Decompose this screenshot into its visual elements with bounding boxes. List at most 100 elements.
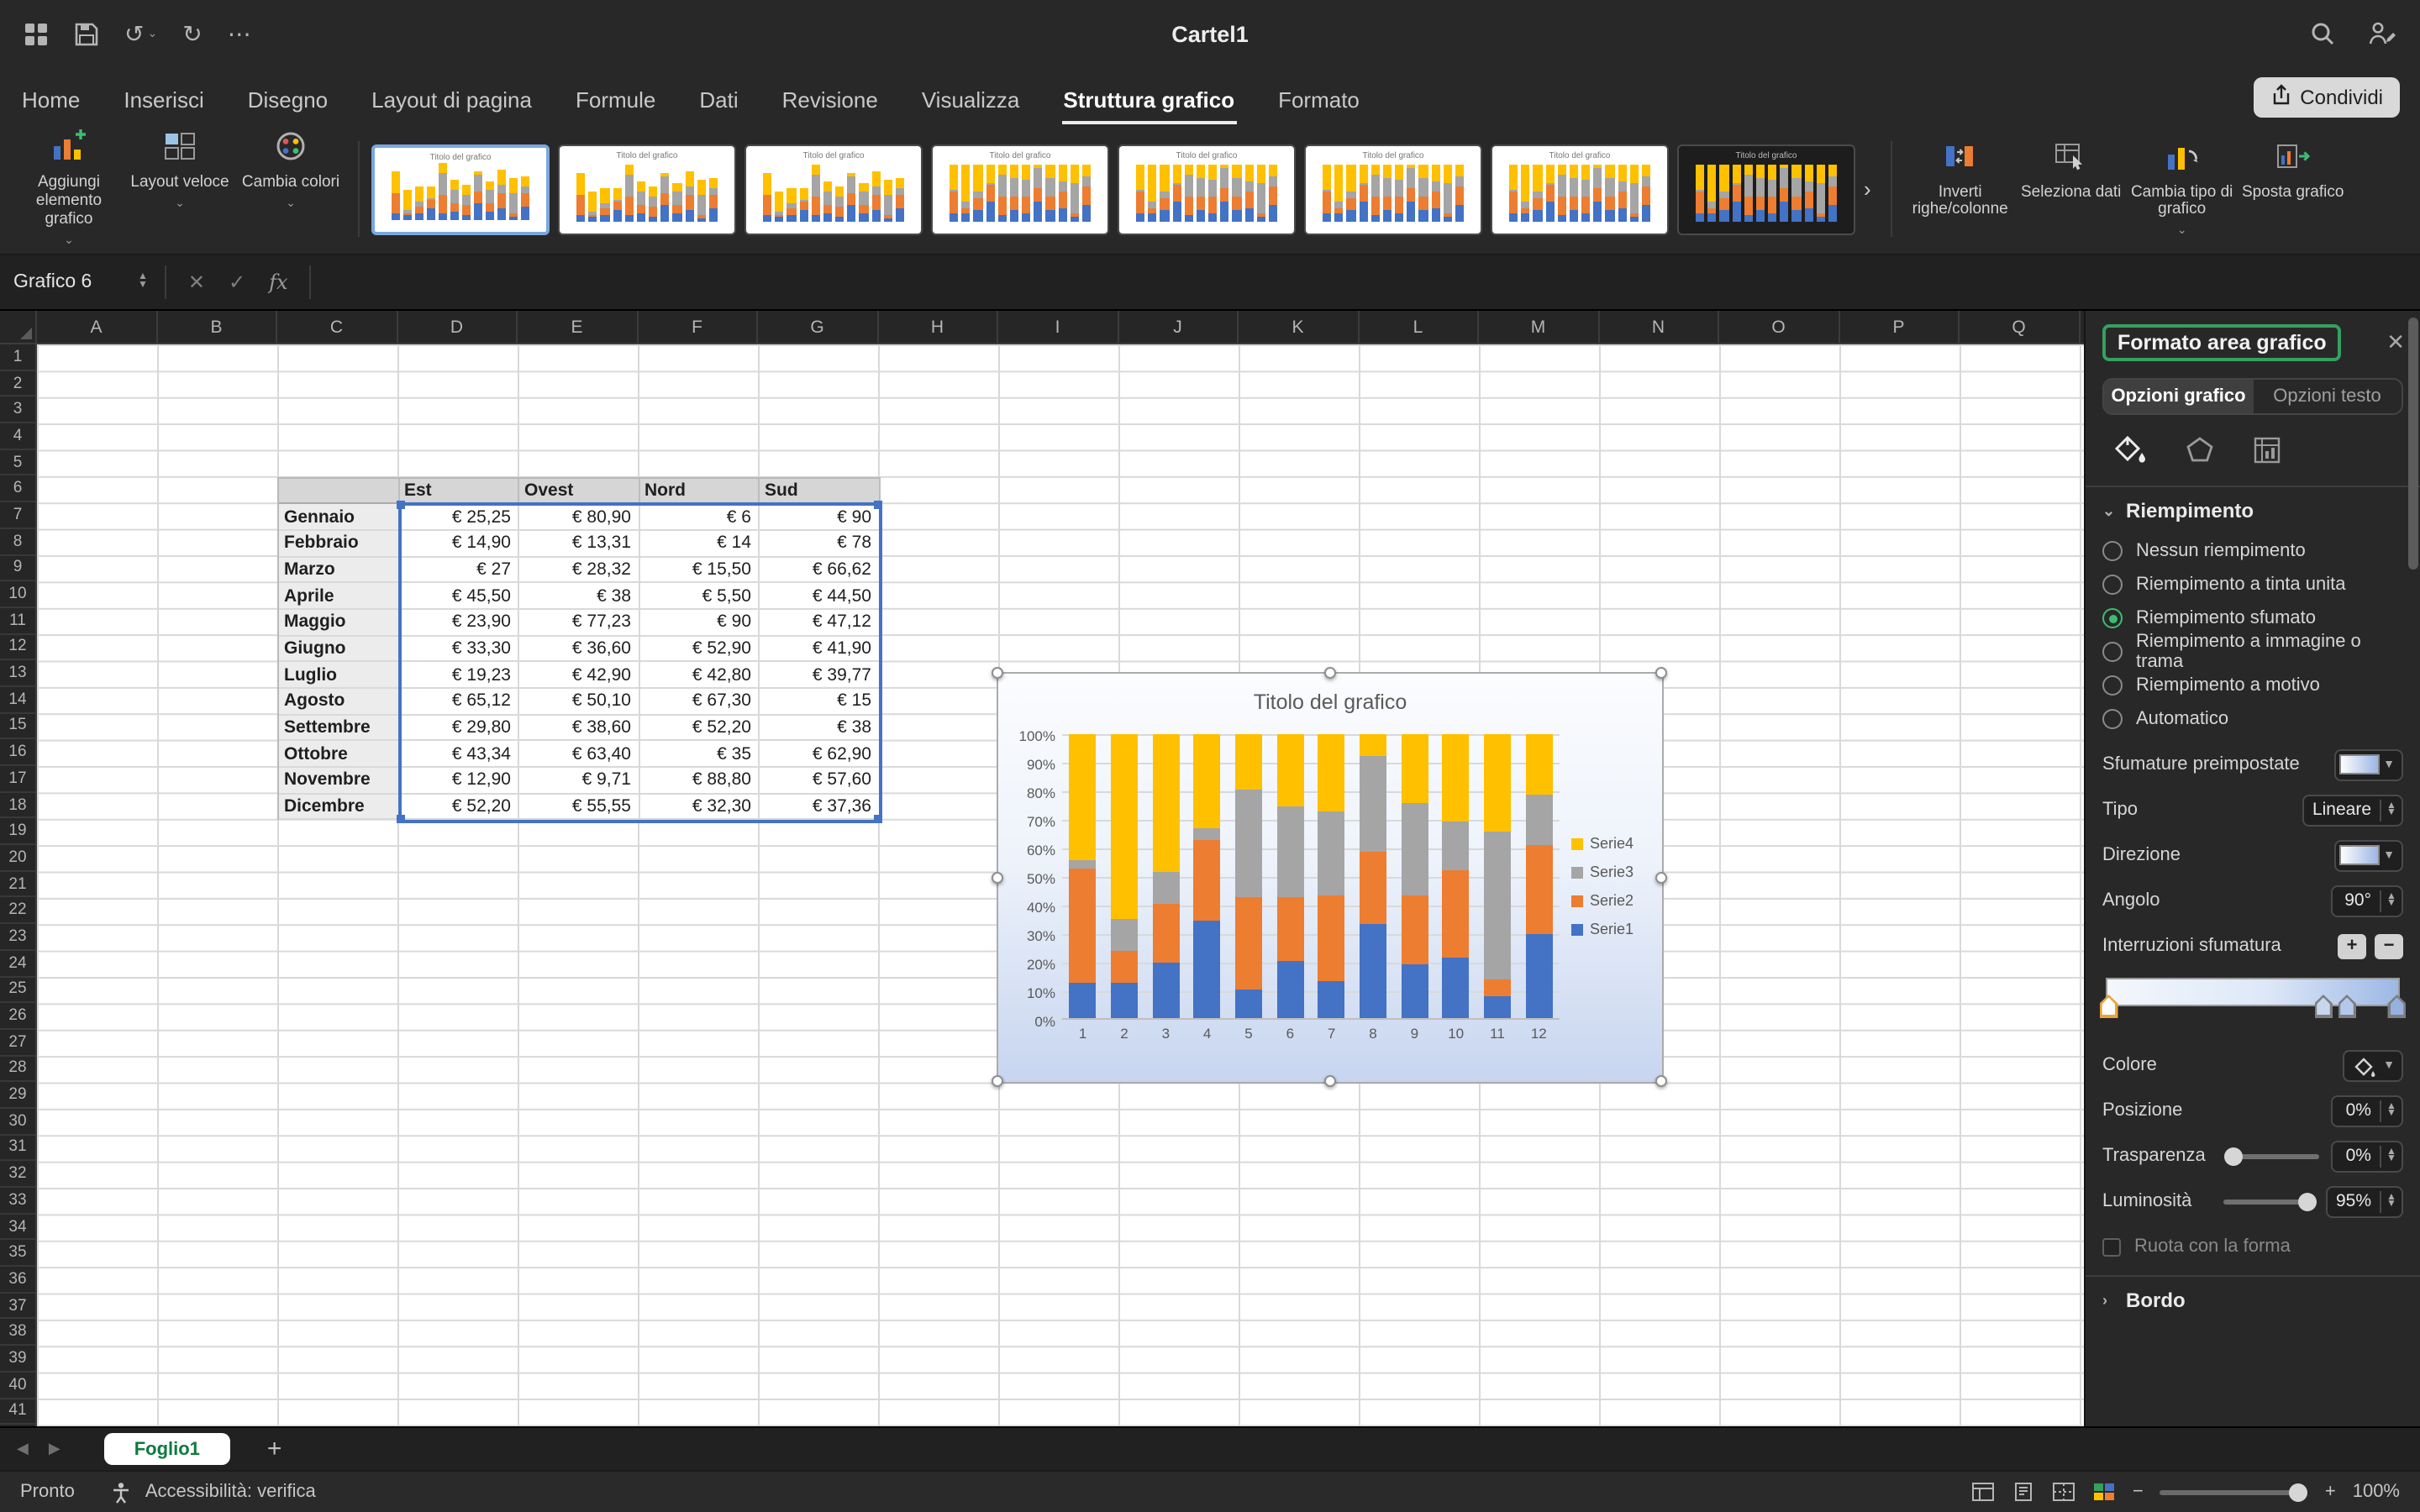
row-header-31[interactable]: 31: [0, 1135, 35, 1161]
row-header-38[interactable]: 38: [0, 1320, 35, 1346]
brightness-slider[interactable]: [2223, 1199, 2314, 1204]
table-value-cell[interactable]: € 52,90: [639, 636, 760, 662]
table-value-cell[interactable]: € 19,23: [399, 663, 519, 689]
worksheet[interactable]: ABCDEFGHIJKLMNOPQ 1234567891011121314151…: [0, 311, 2084, 1426]
table-value-cell[interactable]: € 55,55: [519, 795, 639, 821]
sheet-nav-left-icon[interactable]: ◀: [17, 1440, 29, 1458]
row-header-6[interactable]: 6: [0, 476, 35, 502]
accessibility-status[interactable]: Accessibilità: verifica: [145, 1482, 316, 1502]
table-value-cell[interactable]: € 6: [639, 504, 760, 530]
normal-view-icon[interactable]: [1971, 1482, 1995, 1502]
table-value-cell[interactable]: € 43,34: [399, 742, 519, 768]
layout-veloce-button[interactable]: Layout veloce⌄: [124, 129, 235, 248]
gradient-angle-stepper[interactable]: 90°▲▼: [2331, 885, 2403, 916]
ribbon-tab-formule[interactable]: Formule: [574, 76, 657, 124]
table-value-cell[interactable]: € 9,71: [519, 768, 639, 794]
enter-icon[interactable]: ✓: [217, 270, 257, 294]
color-dropdown[interactable]: ▼: [2343, 1049, 2403, 1081]
column-header-c[interactable]: C: [277, 311, 397, 343]
transparency-stepper[interactable]: 0%▲▼: [2331, 1140, 2403, 1172]
chart-selection-handle[interactable]: [1655, 1075, 1667, 1087]
table-value-cell[interactable]: € 80,90: [519, 504, 639, 530]
row-header-9[interactable]: 9: [0, 555, 35, 581]
row-header-14[interactable]: 14: [0, 687, 35, 713]
zoom-out-icon[interactable]: −: [2133, 1482, 2144, 1502]
table-value-cell[interactable]: € 29,80: [399, 715, 519, 741]
column-header-q[interactable]: Q: [1960, 311, 2080, 343]
row-header-16[interactable]: 16: [0, 740, 35, 766]
row-header-19[interactable]: 19: [0, 819, 35, 845]
row-header-3[interactable]: 3: [0, 397, 35, 423]
chart-style-8[interactable]: Titolo del grafico: [1677, 144, 1855, 234]
table-value-cell[interactable]: € 88,80: [639, 768, 760, 794]
row-header-27[interactable]: 27: [0, 1030, 35, 1056]
preset-gradients-dropdown[interactable]: ▼: [2334, 748, 2403, 780]
zoom-knob[interactable]: [2290, 1483, 2308, 1501]
table-value-cell[interactable]: € 15: [760, 689, 880, 715]
chart-style-5[interactable]: Titolo del grafico: [1118, 144, 1296, 234]
ribbon-tab-revisione[interactable]: Revisione: [781, 76, 880, 124]
row-header-28[interactable]: 28: [0, 1056, 35, 1082]
fill-option-nessun-riempimento[interactable]: Nessun riempimento: [2102, 534, 2403, 568]
zoom-level[interactable]: 100%: [2353, 1482, 2400, 1502]
pane-scrollbar[interactable]: [2408, 318, 2418, 570]
sheet-nav-right-icon[interactable]: ▶: [49, 1440, 60, 1458]
ribbon-tab-inserisci[interactable]: Inserisci: [122, 76, 205, 124]
cambia-tipo-di-grafico-button[interactable]: Cambia tipo di grafico⌄: [2127, 139, 2238, 239]
row-header-2[interactable]: 2: [0, 370, 35, 396]
transparency-slider[interactable]: [2228, 1153, 2319, 1158]
row-header-41[interactable]: 41: [0, 1399, 35, 1425]
column-header-o[interactable]: O: [1719, 311, 1839, 343]
column-header-a[interactable]: A: [37, 311, 157, 343]
column-header-i[interactable]: I: [998, 311, 1118, 343]
table-value-cell[interactable]: € 57,60: [760, 768, 880, 794]
border-section-header[interactable]: › Bordo: [2102, 1289, 2403, 1312]
aggiungi-elemento-grafico-button[interactable]: Aggiungi elemento grafico⌄: [13, 129, 124, 248]
table-value-cell[interactable]: € 36,60: [519, 636, 639, 662]
table-value-cell[interactable]: € 38,60: [519, 715, 639, 741]
table-value-cell[interactable]: € 13,31: [519, 531, 639, 557]
table-value-cell[interactable]: € 5,50: [639, 584, 760, 610]
table-value-cell[interactable]: € 35: [639, 742, 760, 768]
pane-tab-opzioni-testo[interactable]: Opzioni testo: [2253, 380, 2402, 413]
chart-selection-handle[interactable]: [992, 667, 1003, 679]
accessibility-icon[interactable]: [112, 1481, 132, 1503]
table-value-cell[interactable]: € 78: [760, 531, 880, 557]
row-header-1[interactable]: 1: [0, 344, 35, 370]
formula-input[interactable]: [322, 255, 2420, 309]
table-value-cell[interactable]: € 27: [399, 557, 519, 583]
row-header-18[interactable]: 18: [0, 792, 35, 818]
chart-selection-handle[interactable]: [1655, 667, 1667, 679]
table-month-cell[interactable]: Luglio: [279, 663, 399, 689]
table-value-cell[interactable]: € 14,90: [399, 531, 519, 557]
chart-object[interactable]: Titolo del grafico Serie4Serie3Serie2Ser…: [997, 672, 1664, 1084]
table-value-cell[interactable]: € 90: [760, 504, 880, 530]
table-value-cell[interactable]: € 38: [760, 715, 880, 741]
column-header-j[interactable]: J: [1118, 311, 1239, 343]
table-value-cell[interactable]: € 33,30: [399, 636, 519, 662]
table-month-cell[interactable]: Gennaio: [279, 504, 399, 530]
table-month-cell[interactable]: Aprile: [279, 584, 399, 610]
chart-selection-handle[interactable]: [992, 871, 1003, 883]
row-header-29[interactable]: 29: [0, 1083, 35, 1109]
column-header-d[interactable]: D: [397, 311, 518, 343]
table-month-cell[interactable]: Maggio: [279, 610, 399, 636]
row-header-39[interactable]: 39: [0, 1346, 35, 1372]
table-month-cell[interactable]: Agosto: [279, 689, 399, 715]
row-header-40[interactable]: 40: [0, 1373, 35, 1399]
chart-style-4[interactable]: Titolo del grafico: [931, 144, 1109, 234]
chart-style-2[interactable]: Titolo del grafico: [558, 144, 736, 234]
table-value-cell[interactable]: € 63,40: [519, 742, 639, 768]
table-value-cell[interactable]: € 62,90: [760, 742, 880, 768]
fill-section-header[interactable]: ⌄ Riempimento: [2102, 499, 2403, 522]
table-value-cell[interactable]: € 52,20: [639, 715, 760, 741]
table-value-cell[interactable]: € 50,10: [519, 689, 639, 715]
inverti-righe-colonne-button[interactable]: Inverti righe/colonne: [1905, 139, 2016, 239]
row-header-20[interactable]: 20: [0, 845, 35, 871]
column-header-h[interactable]: H: [878, 311, 998, 343]
sheet-colors-icon[interactable]: [2092, 1482, 2116, 1502]
sheet-tab-foglio1[interactable]: Foglio1: [104, 1433, 230, 1465]
gradient-direction-dropdown[interactable]: ▼: [2334, 839, 2403, 871]
row-header-37[interactable]: 37: [0, 1294, 35, 1320]
redo-icon[interactable]: ↻: [182, 19, 202, 48]
